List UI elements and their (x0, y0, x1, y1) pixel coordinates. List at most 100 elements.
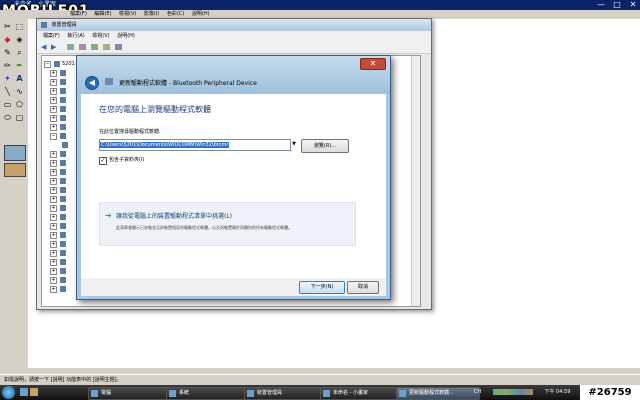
properties-icon[interactable] (67, 44, 74, 50)
expand-icon[interactable]: + (50, 250, 57, 257)
expand-icon[interactable]: + (50, 232, 57, 239)
dm-menu-file[interactable]: 檔案(F) (43, 33, 60, 39)
pencil-icon[interactable]: ✏ (2, 60, 13, 71)
polygon-icon[interactable]: ⬠ (14, 99, 25, 110)
forward-arrow-icon[interactable]: ▶ (51, 43, 56, 51)
close-icon[interactable]: ✕ (628, 1, 638, 9)
expand-icon[interactable]: + (50, 115, 57, 122)
task-device-manager[interactable]: 裝置管理員 (244, 387, 328, 400)
airbrush-icon[interactable]: ✦ (2, 73, 13, 84)
expand-icon[interactable]: + (50, 187, 57, 194)
expand-icon[interactable]: + (50, 196, 57, 203)
tree-root[interactable]: − 5201 (44, 60, 75, 68)
browse-button[interactable]: 瀏覽(R)... (301, 139, 349, 153)
start-button[interactable] (2, 386, 15, 399)
tree-node[interactable]: + (50, 186, 68, 194)
expand-icon[interactable]: + (50, 205, 57, 212)
tree-node[interactable]: + (50, 258, 68, 266)
tree-node[interactable] (62, 141, 70, 149)
cancel-button[interactable]: 取消 (347, 281, 379, 294)
line-icon[interactable]: ╲ (2, 86, 13, 97)
expand-icon[interactable]: + (50, 214, 57, 221)
expand-icon[interactable]: + (50, 268, 57, 275)
task-update-driver[interactable]: 更新驅動程式軟體... (396, 387, 480, 400)
eraser-icon[interactable]: ◆ (2, 34, 13, 45)
expand-icon[interactable]: + (50, 223, 57, 230)
tray-icons[interactable] (492, 388, 533, 395)
tree-node[interactable]: + (50, 240, 68, 248)
tree-node[interactable]: + (50, 267, 68, 275)
tree-node[interactable]: + (50, 249, 68, 257)
tree-node[interactable]: + (50, 123, 68, 131)
paint-menu-edit[interactable]: 編輯(E) (94, 11, 111, 17)
paint-menu-file[interactable]: 檔案(F) (70, 11, 87, 17)
tree-node[interactable]: + (50, 195, 68, 203)
expand-icon[interactable]: + (50, 151, 57, 158)
tree-node[interactable]: + (50, 78, 68, 86)
tree-node[interactable]: + (50, 159, 68, 167)
expand-icon[interactable]: + (50, 277, 57, 284)
disable-icon[interactable] (115, 44, 122, 50)
collapse-icon[interactable]: − (44, 61, 51, 68)
tree-node[interactable]: + (50, 222, 68, 230)
tree-node[interactable]: + (50, 177, 68, 185)
next-button[interactable]: 下一步(N) (299, 281, 345, 294)
scan-icon[interactable] (79, 44, 86, 50)
paint-menu-help[interactable]: 說明(H) (192, 11, 210, 17)
fill-icon[interactable]: ◈ (14, 34, 25, 45)
fill-style-icon[interactable] (4, 145, 26, 161)
back-arrow-icon[interactable]: ◀ (41, 43, 46, 51)
expand-icon[interactable]: + (50, 241, 57, 248)
dm-menu-action[interactable]: 執行(A) (67, 33, 84, 39)
tree-node[interactable]: + (50, 96, 68, 104)
free-select-icon[interactable]: ✂ (2, 21, 13, 32)
expand-icon[interactable]: + (50, 286, 57, 293)
expand-icon[interactable]: + (50, 106, 57, 113)
minimize-icon[interactable]: — (596, 1, 606, 9)
tree-node[interactable]: + (50, 168, 68, 176)
pick-from-list-option[interactable]: ➔ 讓我從電腦上的裝置驅動程式清單中挑選(L) 此清單會顯示已安裝並且與裝置相容… (99, 202, 356, 246)
expand-icon[interactable]: + (50, 124, 57, 131)
rectangle-icon[interactable]: ▭ (2, 99, 13, 110)
uninstall-icon[interactable] (103, 44, 110, 50)
clock[interactable]: 下午 04:59 (544, 389, 570, 395)
expand-icon[interactable]: + (50, 88, 57, 95)
tree-node[interactable]: + (50, 69, 68, 77)
maximize-icon[interactable]: □ (612, 1, 622, 9)
tree-node[interactable]: − (50, 132, 68, 140)
tree-node[interactable]: + (50, 150, 68, 158)
fill-style-2-icon[interactable] (4, 163, 26, 177)
tree-node[interactable]: + (50, 105, 68, 113)
expand-icon[interactable]: + (50, 79, 57, 86)
tree-scrollbar[interactable] (411, 56, 420, 306)
brush-icon[interactable]: ✒ (14, 60, 25, 71)
picker-icon[interactable]: ✎ (2, 47, 13, 58)
expand-icon[interactable]: + (50, 178, 57, 185)
task-system[interactable]: 系統 (166, 387, 250, 400)
tree-node[interactable]: + (50, 87, 68, 95)
expand-icon[interactable]: + (50, 70, 57, 77)
expand-icon[interactable]: + (50, 169, 57, 176)
select-icon[interactable]: ⬚ (14, 21, 25, 32)
expand-icon[interactable]: + (50, 97, 57, 104)
task-computer[interactable]: 電腦 (88, 387, 172, 400)
tree-node[interactable]: + (50, 114, 68, 122)
paint-menu-colors[interactable]: 色彩(C) (167, 11, 184, 17)
expand-icon[interactable]: + (50, 259, 57, 266)
include-subfolders-checkbox[interactable]: ✓ (99, 157, 107, 165)
driver-path-input[interactable]: C:\Users\5201\Documents\WIDCOMM\Win32\bt… (99, 139, 291, 151)
text-icon[interactable]: A (14, 73, 25, 84)
rounded-rect-icon[interactable]: ▢ (14, 112, 25, 123)
tree-node[interactable]: + (50, 285, 68, 293)
curve-icon[interactable]: ∿ (14, 86, 25, 97)
tree-node[interactable]: + (50, 276, 68, 284)
ellipse-icon[interactable]: ⬭ (2, 112, 13, 123)
back-arrow-icon[interactable]: ◀ (85, 76, 99, 90)
paint-menu-view[interactable]: 檢視(V) (119, 11, 136, 17)
magnifier-icon[interactable]: ⌕ (14, 47, 25, 58)
chevron-down-icon[interactable]: ▼ (290, 139, 298, 149)
tree-node[interactable]: + (50, 231, 68, 239)
language-indicator[interactable]: CH (474, 389, 481, 395)
dialog-close-button[interactable]: ✕ (360, 58, 386, 70)
quick-launch-icon[interactable] (30, 388, 38, 396)
